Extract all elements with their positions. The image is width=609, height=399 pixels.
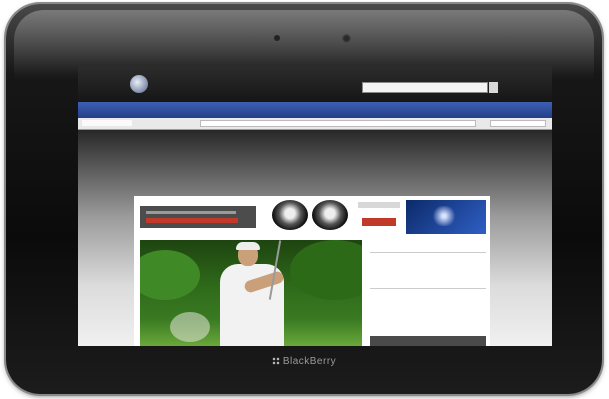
ad-banner[interactable] <box>140 206 256 228</box>
foliage <box>290 240 362 300</box>
ad-label <box>358 202 400 208</box>
tire-image[interactable] <box>272 200 308 230</box>
divider <box>370 252 486 253</box>
main-nav <box>78 102 552 118</box>
sub-field-right[interactable] <box>490 120 546 127</box>
sidebar <box>370 240 486 346</box>
tablet-device: BlackBerry <box>6 4 602 394</box>
ad-text-line <box>146 211 236 214</box>
foliage <box>140 250 200 300</box>
sidebar-button[interactable] <box>370 336 486 346</box>
front-camera <box>342 34 351 43</box>
ad-red-bar <box>146 218 238 223</box>
site-header <box>78 66 552 102</box>
search-button[interactable] <box>489 82 498 93</box>
tablet-screen <box>78 66 552 346</box>
blackberry-logo-icon <box>271 357 280 365</box>
sand-spray <box>170 312 210 342</box>
sub-label <box>138 120 198 126</box>
brand-label: BlackBerry <box>282 356 337 367</box>
sub-field[interactable] <box>200 120 476 127</box>
search-input[interactable] <box>362 82 488 93</box>
ad-button[interactable] <box>362 218 396 226</box>
device-brand: BlackBerry <box>6 356 602 367</box>
light-sensor <box>274 35 280 41</box>
sub-tab[interactable] <box>82 120 132 126</box>
sidebar-title <box>370 240 486 248</box>
site-logo-icon[interactable] <box>130 75 148 93</box>
sub-toolbar <box>78 118 552 130</box>
promo-card[interactable] <box>406 200 486 234</box>
divider <box>370 288 486 289</box>
tire-image[interactable] <box>312 200 348 230</box>
article-page <box>134 196 490 346</box>
golfer-cap <box>236 242 260 250</box>
golfer-photo[interactable] <box>140 240 362 346</box>
